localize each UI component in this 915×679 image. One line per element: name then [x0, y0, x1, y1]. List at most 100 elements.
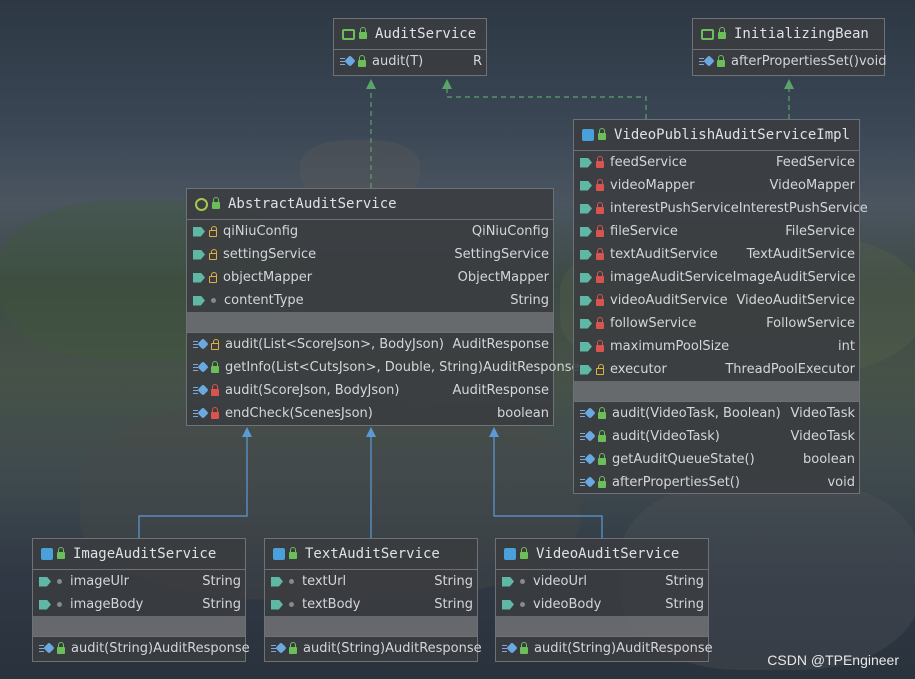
- field-row: objectMapper ObjectMapper: [187, 266, 553, 289]
- field-name: imageAuditService: [610, 270, 733, 285]
- protected-lock-icon: [209, 225, 217, 237]
- field-row: videoAuditService VideoAuditService: [574, 289, 859, 312]
- node-title: InitializingBean: [734, 26, 869, 42]
- field-name: imageBody: [70, 597, 144, 612]
- abstract-method-icon: [340, 56, 354, 67]
- package-private-dot-icon: [520, 579, 525, 584]
- method-icon: [580, 454, 594, 465]
- public-lock-icon: [57, 547, 65, 559]
- public-lock-icon: [359, 27, 367, 39]
- field-row: videoUrl String: [496, 570, 708, 593]
- abstractauditservice-header: AbstractAuditService: [187, 189, 553, 220]
- field-type: TextAuditService: [746, 247, 855, 262]
- method-row: audit(String) AuditResponse: [496, 637, 713, 660]
- field-type: String: [665, 574, 704, 589]
- field-type: VideoAuditService: [736, 293, 855, 308]
- method-return-type: void: [827, 475, 855, 490]
- method-row: getInfo(List<CutsJson>, Double, String) A…: [187, 356, 580, 379]
- field-icon: [193, 249, 205, 260]
- interface-icon: [342, 28, 355, 40]
- method-row: audit(List<ScoreJson>, BodyJson) AuditRes…: [187, 333, 553, 356]
- public-lock-icon: [717, 54, 725, 67]
- field-row: qiNiuConfig QiNiuConfig: [187, 220, 553, 243]
- field-name: videoBody: [533, 597, 602, 612]
- field-icon: [580, 341, 592, 352]
- method-icon: [580, 408, 594, 419]
- method-icon: [580, 477, 594, 488]
- field-icon: [271, 576, 283, 587]
- public-lock-icon: [598, 452, 606, 465]
- field-name: videoMapper: [610, 178, 695, 193]
- method-name: getInfo(List<CutsJson>, Double, String): [225, 360, 483, 375]
- edge-image-extends-abstract: [138, 430, 248, 538]
- method-icon: [271, 643, 285, 654]
- field-row: imageAuditService ImageAuditService: [574, 266, 859, 289]
- field-type: FeedService: [775, 155, 855, 170]
- private-lock-icon: [596, 247, 604, 260]
- auditservice-header: AuditService: [334, 19, 486, 50]
- field-row: fileService FileService: [574, 220, 859, 243]
- field-name: feedService: [610, 155, 687, 170]
- videoauditservice-node[interactable]: VideoAuditService videoUrl String videoBo…: [495, 538, 713, 662]
- field-icon: [193, 295, 205, 306]
- field-row: imageBody String: [33, 593, 245, 616]
- initializingbean-node[interactable]: InitializingBean afterPropertiesSet() vo…: [692, 18, 886, 76]
- field-row: textBody String: [265, 593, 477, 616]
- method-name: audit(List<ScoreJson>, BodyJson): [225, 337, 444, 352]
- package-private-dot-icon: [211, 298, 216, 303]
- textauditservice-node[interactable]: TextAuditService textUrl String textBody S…: [264, 538, 482, 662]
- field-name: textUrl: [302, 574, 347, 589]
- initializingbean-header: InitializingBean: [693, 19, 884, 50]
- field-name: contentType: [224, 293, 304, 308]
- field-icon: [580, 226, 592, 237]
- package-private-dot-icon: [289, 602, 294, 607]
- method-return-type: AuditResponse: [452, 383, 549, 398]
- private-lock-icon: [596, 270, 604, 283]
- protected-lock-icon: [209, 248, 217, 260]
- node-title: ImageAuditService: [73, 546, 217, 562]
- method-return-type: boolean: [497, 406, 549, 421]
- method-row: audit(String) AuditResponse: [265, 637, 482, 660]
- field-name: followService: [610, 316, 697, 331]
- node-title: VideoAuditService: [536, 546, 680, 562]
- public-lock-icon: [718, 27, 726, 39]
- videopublishauditserviceimpl-node[interactable]: VideoPublishAuditServiceImpl feedService…: [573, 119, 868, 494]
- auditservice-node[interactable]: AuditService audit(T) R: [333, 18, 487, 76]
- imageauditservice-node[interactable]: ImageAuditService imageUlr String imageBo…: [32, 538, 250, 662]
- method-name: getAuditQueueState(): [612, 452, 755, 467]
- class-icon: [273, 548, 285, 560]
- field-row: videoBody String: [496, 593, 708, 616]
- field-row: executor ThreadPoolExecutor: [574, 358, 859, 381]
- field-type: FileService: [785, 224, 855, 239]
- package-private-dot-icon: [520, 602, 525, 607]
- protected-lock-icon: [596, 363, 604, 375]
- method-return-type: AuditResponse: [385, 641, 482, 656]
- field-name: qiNiuConfig: [223, 224, 299, 239]
- field-name: executor: [610, 362, 667, 377]
- field-icon: [580, 249, 592, 260]
- method-icon: [193, 385, 207, 396]
- abstract-method-icon: [699, 56, 713, 67]
- field-type: ObjectMapper: [457, 270, 549, 285]
- empty-section: [33, 616, 245, 636]
- method-row: audit(ScoreJson, BodyJson) AuditResponse: [187, 379, 553, 402]
- node-title: AuditService: [375, 26, 477, 42]
- method-row: endCheck(ScenesJson) boolean: [187, 402, 553, 425]
- private-lock-icon: [211, 383, 219, 396]
- field-type: String: [202, 597, 241, 612]
- field-name: imageUlr: [70, 574, 129, 589]
- method-return-type: boolean: [803, 452, 855, 467]
- method-row: getAuditQueueState() boolean: [574, 448, 859, 471]
- field-name: videoAuditService: [610, 293, 728, 308]
- field-name: fileService: [610, 224, 678, 239]
- private-lock-icon: [596, 293, 604, 306]
- package-private-dot-icon: [289, 579, 294, 584]
- method-name: afterPropertiesSet(): [731, 54, 859, 69]
- field-row: imageUlr String: [33, 570, 245, 593]
- abstractauditservice-node[interactable]: AbstractAuditService qiNiuConfig QiNiuCon…: [186, 188, 580, 426]
- private-lock-icon: [596, 316, 604, 329]
- method-name: audit(VideoTask): [612, 429, 720, 444]
- field-icon: [580, 364, 592, 375]
- field-row: textAuditService TextAuditService: [574, 243, 859, 266]
- field-type: int: [838, 339, 855, 354]
